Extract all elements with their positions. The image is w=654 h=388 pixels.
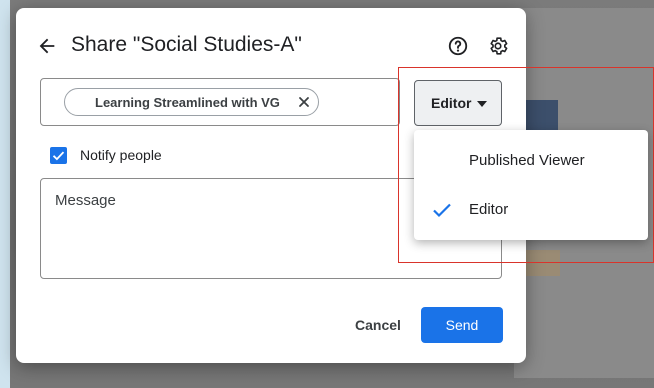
recipient-chip-label: Learning Streamlined with VG (95, 94, 280, 110)
people-input-field[interactable]: Learning Streamlined with VG (40, 78, 400, 126)
recipient-chip: Learning Streamlined with VG (64, 88, 319, 116)
notify-label: Notify people (80, 147, 162, 163)
help-icon[interactable] (447, 35, 469, 57)
menu-item-label: Editor (469, 201, 509, 218)
menu-item-editor[interactable]: Editor (414, 187, 648, 231)
gear-icon[interactable] (487, 35, 509, 57)
background-thumbnail (520, 250, 560, 276)
message-placeholder: Message (55, 192, 116, 209)
role-menu: Published Viewer Editor (414, 130, 648, 240)
menu-item-label: Published Viewer (469, 152, 585, 169)
cancel-button[interactable]: Cancel (346, 312, 410, 338)
send-button[interactable]: Send (421, 307, 503, 343)
notify-checkbox[interactable] (50, 147, 67, 164)
window-edge (0, 0, 10, 388)
dialog-title: Share "Social Studies-A" (71, 33, 302, 56)
back-arrow-icon[interactable] (36, 35, 58, 57)
checkmark-icon (52, 151, 65, 161)
role-dropdown-button[interactable]: Editor (414, 80, 502, 126)
caret-down-icon (477, 101, 487, 107)
menu-item-published-viewer[interactable]: Published Viewer (414, 138, 648, 182)
check-icon (433, 203, 451, 218)
role-dropdown-label: Editor (431, 95, 472, 111)
close-icon[interactable] (297, 95, 311, 109)
